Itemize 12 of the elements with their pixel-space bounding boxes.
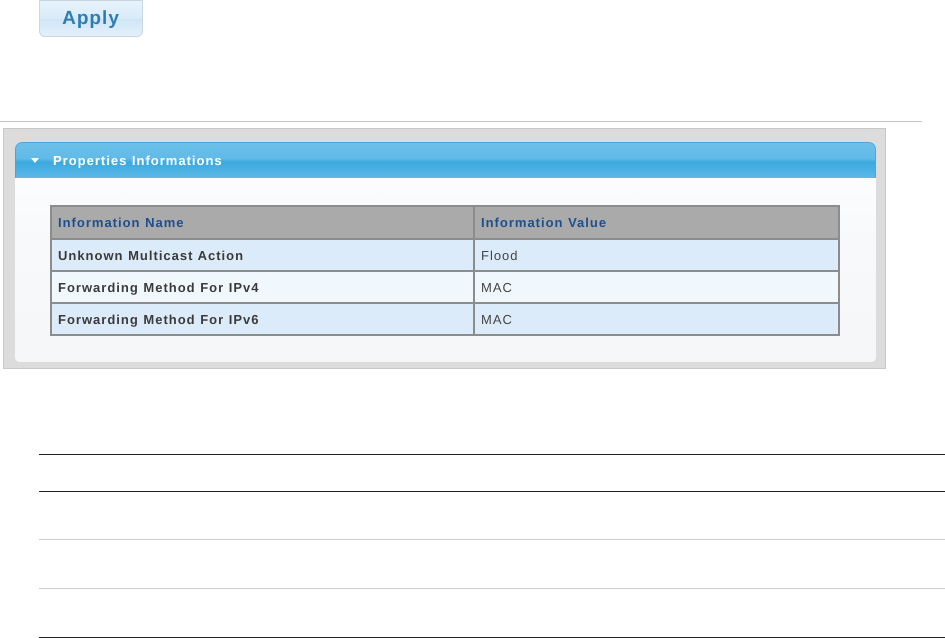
caret-icon[interactable] [31,158,39,163]
panel-title: Properties Informations [53,153,223,168]
apply-button[interactable]: Apply [39,0,143,37]
table-cell: MAC [474,303,839,335]
table-cell: MAC [474,271,839,303]
table-cell: Forwarding Method For IPv4 [51,271,474,303]
column-header: Information Name [51,206,474,239]
column-header: Information Value [474,206,839,239]
table-cell: Unknown Multicast Action [51,239,474,271]
panel-header[interactable]: Properties Informations [15,142,876,178]
table-cell: Forwarding Method For IPv6 [51,303,474,335]
table-cell: Flood [474,239,839,271]
